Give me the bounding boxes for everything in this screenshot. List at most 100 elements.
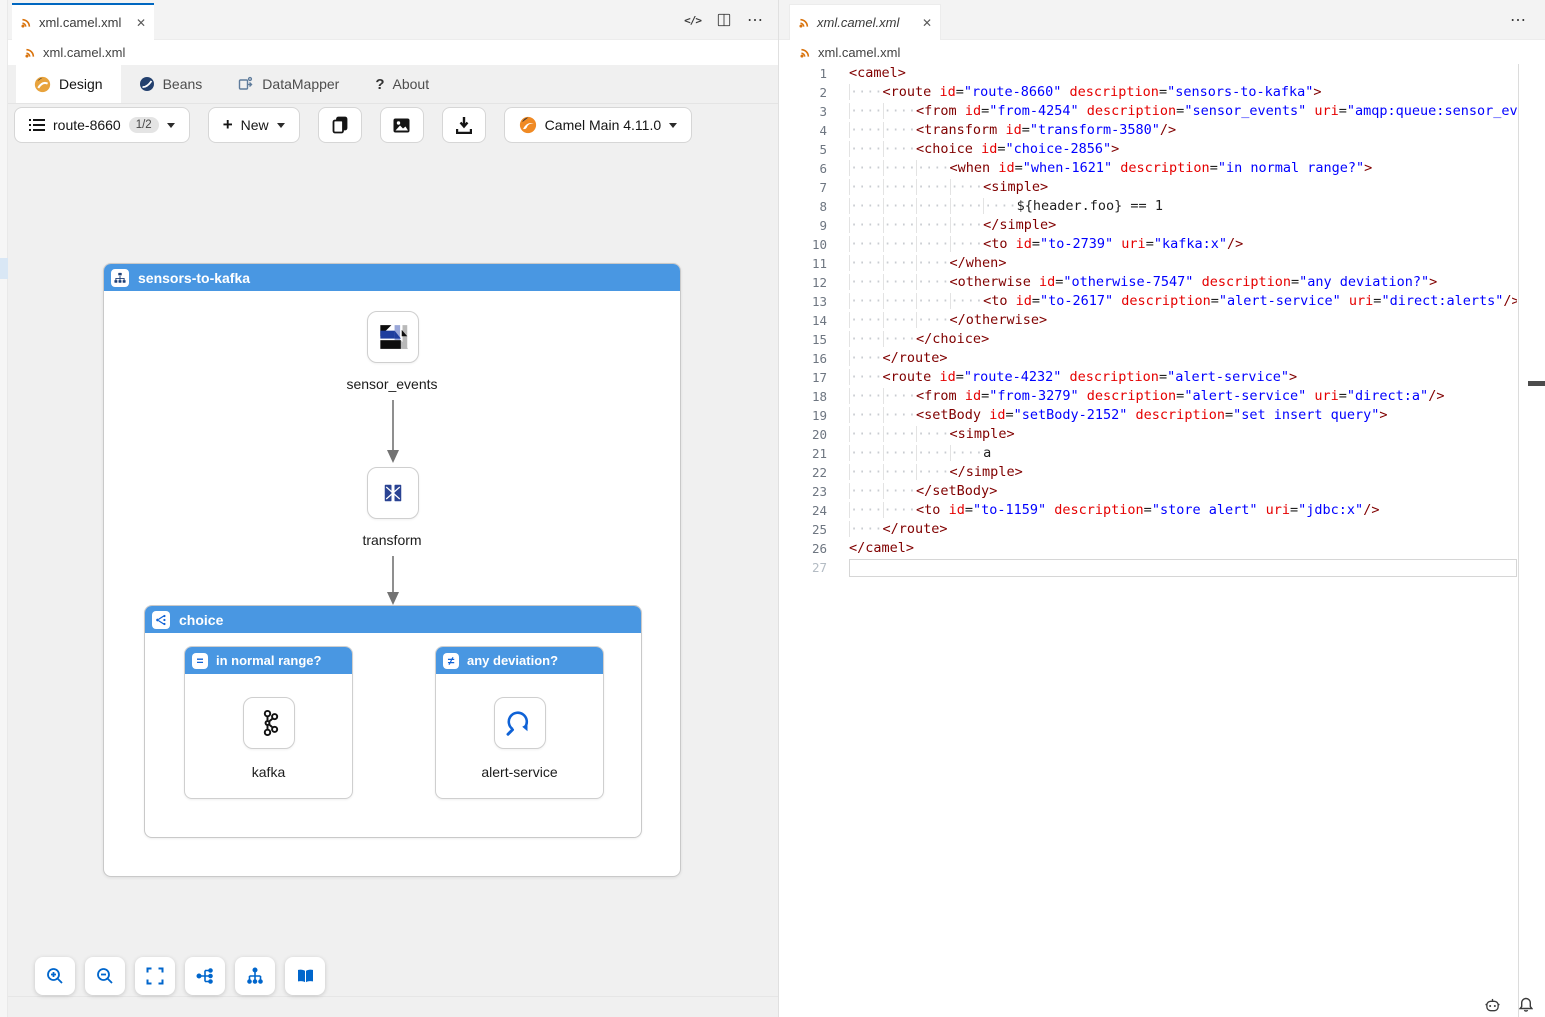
node-kafka[interactable] (243, 697, 295, 749)
right-editor-tab[interactable]: xml.camel.xml ✕ (789, 4, 941, 40)
line-number: 20 (779, 425, 827, 444)
node-transform[interactable] (367, 467, 419, 519)
code-line[interactable]: 25····</route> (779, 520, 1545, 539)
copy-button[interactable] (318, 107, 362, 143)
code-line[interactable]: 13················<to id="to-2617" descr… (779, 292, 1545, 311)
kaoto-canvas[interactable]: sensors-to-kafka sensor_events (8, 146, 778, 1017)
code-line[interactable]: 12············<otherwise id="otherwise-7… (779, 273, 1545, 292)
code-line[interactable]: 21················a (779, 444, 1545, 463)
left-editor-tabstrip: xml.camel.xml ✕ </> ⋯ (8, 0, 778, 40)
line-number: 10 (779, 235, 827, 254)
tab-beans[interactable]: Beans (121, 65, 221, 103)
new-button[interactable]: + New (208, 107, 300, 143)
code-line[interactable]: 27 (779, 558, 1545, 577)
chevron-down-icon (167, 123, 175, 128)
close-icon[interactable]: ✕ (136, 16, 146, 30)
code-line[interactable]: 22············</simple> (779, 463, 1545, 482)
code-line[interactable]: 11············</when> (779, 254, 1545, 273)
code-line[interactable]: 6············<when id="when-1621" descri… (779, 159, 1545, 178)
code-line[interactable]: 10················<to id="to-2739" uri="… (779, 235, 1545, 254)
kaoto-panel: xml.camel.xml ✕ </> ⋯ xml.camel.xml (8, 0, 778, 1017)
when-branch-header[interactable]: = in normal range? (185, 647, 352, 674)
code-line[interactable]: 15········</choice> (779, 330, 1545, 349)
code-line[interactable]: 16····</route> (779, 349, 1545, 368)
flows-list-icon (29, 118, 45, 132)
code-line[interactable]: 19········<setBody id="setBody-2152" des… (779, 406, 1545, 425)
otherwise-branch[interactable]: ≠ any deviation? alert-service (435, 646, 604, 799)
tab-title: xml.camel.xml (817, 15, 899, 30)
left-panel-strip[interactable] (0, 0, 8, 1017)
branch-icon (152, 611, 170, 629)
not-equals-icon: ≠ (443, 653, 459, 669)
more-actions-icon[interactable]: ⋯ (1510, 10, 1527, 30)
line-number: 12 (779, 273, 827, 292)
code-line[interactable]: 24········<to id="to-1159" description="… (779, 501, 1545, 520)
code-line[interactable]: 1<camel> (779, 64, 1545, 83)
canvas-controls (35, 957, 325, 995)
line-number: 7 (779, 178, 827, 197)
split-editor-icon[interactable] (717, 13, 731, 27)
zoom-in-button[interactable] (35, 957, 75, 995)
fit-to-screen-button[interactable] (135, 957, 175, 995)
code-line[interactable]: 5········<choice id="choice-2856"> (779, 140, 1545, 159)
horizontal-layout-button[interactable] (185, 957, 225, 995)
when-branch[interactable]: = in normal range? kafka (184, 646, 353, 799)
bean-icon (139, 76, 155, 92)
code-line[interactable]: 17····<route id="route-4232" description… (779, 368, 1545, 387)
close-icon[interactable]: ✕ (922, 16, 932, 30)
runtime-selector-button[interactable]: Camel Main 4.11.0 (504, 107, 692, 143)
code-editor[interactable]: 1<camel>2····<route id="route-8660" desc… (779, 64, 1545, 1017)
runtime-label: Camel Main 4.11.0 (545, 117, 661, 133)
panel-strip-marker (0, 258, 8, 279)
otherwise-branch-header[interactable]: ≠ any deviation? (436, 647, 603, 674)
line-number: 27 (779, 558, 827, 577)
image-export-button[interactable] (380, 107, 424, 143)
route-icon (111, 269, 129, 287)
code-line[interactable]: 20············<simple> (779, 425, 1545, 444)
amqp-icon (374, 318, 412, 356)
line-number: 13 (779, 292, 827, 311)
choice-group-header[interactable]: choice (145, 606, 641, 633)
edge-arrow (385, 556, 401, 606)
code-line[interactable]: 7················<simple> (779, 178, 1545, 197)
notifications-bell-icon[interactable] (1519, 997, 1533, 1013)
code-line[interactable]: 18········<from id="from-3279" descripti… (779, 387, 1545, 406)
choice-group[interactable]: choice = in normal range? k (144, 605, 642, 838)
overview-ruler[interactable] (1518, 64, 1519, 1017)
feedback-robot-icon[interactable] (1484, 998, 1501, 1013)
line-number: 11 (779, 254, 827, 273)
code-line[interactable]: 4········<transform id="transform-3580"/… (779, 121, 1545, 140)
route-group-header[interactable]: sensors-to-kafka (104, 264, 680, 291)
zoom-out-button[interactable] (85, 957, 125, 995)
tab-about[interactable]: ? About (357, 65, 447, 103)
vertical-layout-button[interactable] (235, 957, 275, 995)
download-button[interactable] (442, 107, 486, 143)
left-editor-tab[interactable]: xml.camel.xml ✕ (12, 3, 154, 40)
alert-service-icon (502, 705, 538, 741)
breadcrumb[interactable]: xml.camel.xml (8, 40, 778, 65)
code-line[interactable]: 2····<route id="route-8660" description=… (779, 83, 1545, 102)
right-editor-tabstrip: xml.camel.xml ✕ ⋯ (779, 0, 1545, 40)
line-number: 15 (779, 330, 827, 349)
line-number: 24 (779, 501, 827, 520)
route-selector-button[interactable]: route-8660 1/2 (14, 107, 190, 143)
route-group[interactable]: sensors-to-kafka sensor_events (103, 263, 681, 877)
line-number: 6 (779, 159, 827, 178)
code-line[interactable]: 9················</simple> (779, 216, 1545, 235)
open-changes-icon[interactable]: </> (684, 14, 701, 27)
catalog-button[interactable] (285, 957, 325, 995)
node-sensor-events[interactable] (367, 311, 419, 363)
line-number: 9 (779, 216, 827, 235)
datamapper-icon (238, 76, 254, 92)
code-line[interactable]: 8····················${header.foo} == 1 (779, 197, 1545, 216)
node-alert-service[interactable] (494, 697, 546, 749)
code-line[interactable]: 3········<from id="from-4254" descriptio… (779, 102, 1545, 121)
code-line[interactable]: 23········</setBody> (779, 482, 1545, 501)
tab-design[interactable]: Design (16, 65, 121, 103)
breadcrumb[interactable]: xml.camel.xml (779, 40, 1545, 64)
more-actions-icon[interactable]: ⋯ (747, 10, 764, 30)
code-line[interactable]: 14············</otherwise> (779, 311, 1545, 330)
tab-datamapper[interactable]: DataMapper (220, 65, 357, 103)
image-icon (393, 118, 410, 133)
code-line[interactable]: 26</camel> (779, 539, 1545, 558)
